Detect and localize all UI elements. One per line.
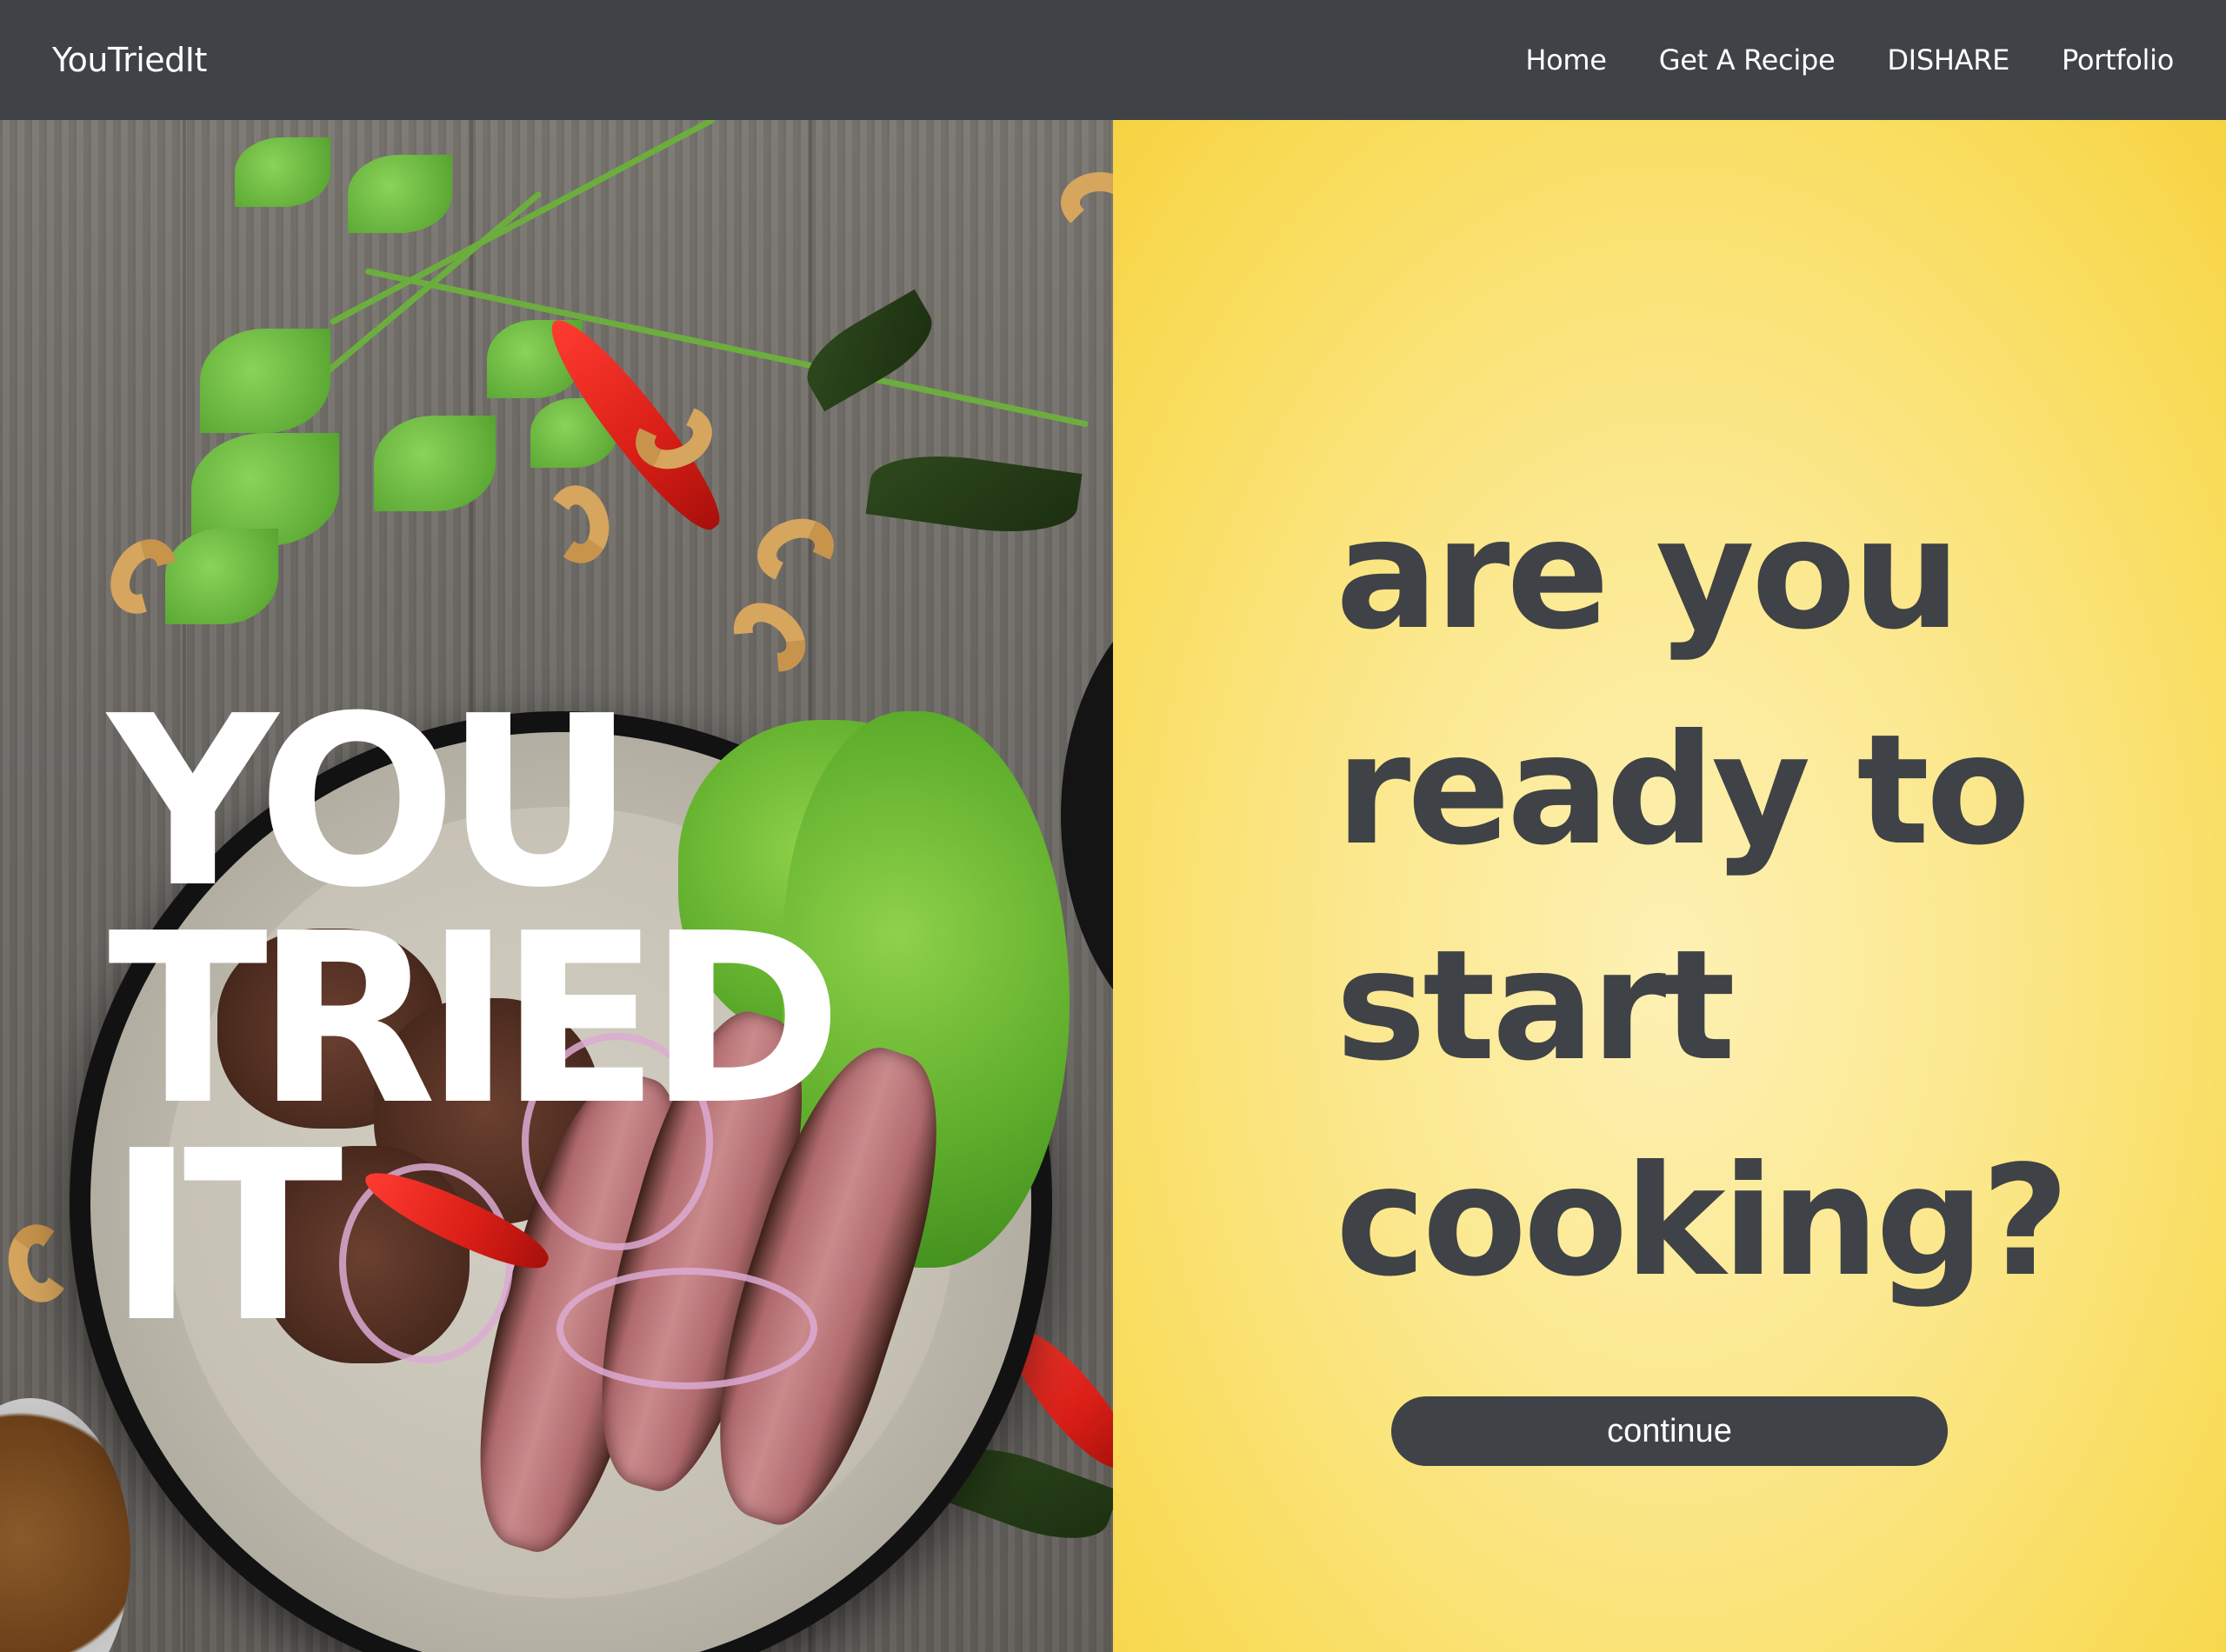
curry-leaf <box>865 444 1083 543</box>
nav-link-get-a-recipe[interactable]: Get A Recipe <box>1659 43 1836 77</box>
sauce-bowl <box>0 1398 130 1652</box>
cta-panel: are you ready to start cooking? continue <box>1113 120 2226 1652</box>
cta-heading-line: ready to <box>1336 703 2030 879</box>
nav-links: Home Get A Recipe DISHARE Portfolio <box>1525 43 2174 77</box>
hero-title-line: TRIED <box>108 883 843 1156</box>
nav-link-portfolio[interactable]: Portfolio <box>2062 43 2174 77</box>
herb-stem <box>364 268 1090 428</box>
parsley-leaf <box>165 529 278 624</box>
cashew <box>748 508 843 593</box>
hero-title: YOU TRIED IT <box>108 665 1108 1374</box>
cta-heading: are you ready to start cooking? <box>1336 468 2170 1330</box>
brand-logo-link[interactable]: YouTriedIt <box>52 41 207 79</box>
parsley-leaf <box>200 329 330 433</box>
nav-link-dishare[interactable]: DISHARE <box>1887 43 2009 77</box>
cashew <box>2 1219 77 1308</box>
cta-heading-line: cooking? <box>1336 1134 2069 1310</box>
curry-leaf <box>794 289 945 412</box>
parsley-leaf <box>348 155 452 233</box>
hero-title-line: IT <box>108 1100 343 1374</box>
cta-heading-line: are you <box>1336 487 1961 663</box>
hero-title-line: YOU <box>108 665 636 939</box>
cta-heading-line: start <box>1336 918 1736 1095</box>
cashew <box>541 480 616 569</box>
top-navbar: YouTriedIt Home Get A Recipe DISHARE Por… <box>0 0 2226 120</box>
parsley-leaf <box>374 416 496 511</box>
parsley-leaf <box>235 137 330 207</box>
nav-link-home[interactable]: Home <box>1525 43 1607 77</box>
continue-button[interactable]: continue <box>1391 1396 1948 1466</box>
cashew <box>720 589 819 686</box>
cashew <box>1061 172 1113 233</box>
hero-food-photo: YOU TRIED IT <box>0 120 1113 1652</box>
